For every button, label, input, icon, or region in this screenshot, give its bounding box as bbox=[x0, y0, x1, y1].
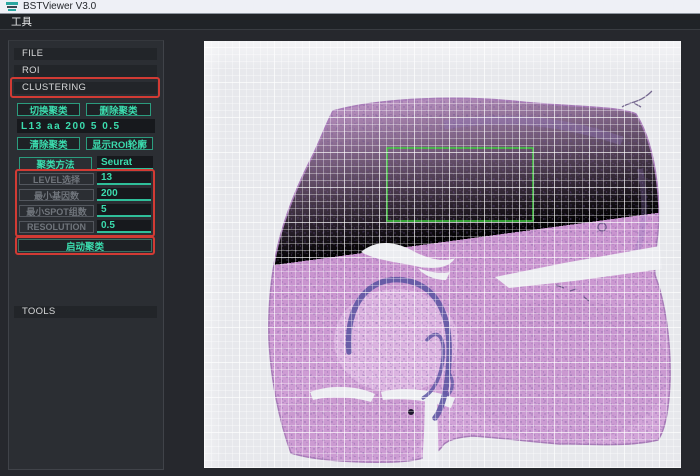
app-logo-icon bbox=[6, 2, 18, 11]
window-title: BSTViewer V3.0 bbox=[23, 1, 96, 12]
clear-cluster-button[interactable]: 清除聚类 bbox=[17, 137, 80, 150]
level-select-input[interactable]: 13 bbox=[97, 172, 151, 185]
sidebar: FILE ROI CLUSTERING 切换聚类 删除聚类 L13 aa 200… bbox=[8, 40, 164, 470]
menu-bar: 工具 bbox=[0, 14, 700, 30]
sidebar-section-clustering[interactable]: CLUSTERING bbox=[14, 82, 157, 94]
start-clustering-button[interactable]: 启动聚类 bbox=[18, 239, 152, 252]
min-spot-group-label: 最小SPOT组数 bbox=[19, 205, 94, 217]
resolution-label: RESOLUTION bbox=[19, 221, 94, 233]
current-cluster-field[interactable]: L13 aa 200 5 0.5 bbox=[17, 119, 155, 133]
menu-item-tools[interactable]: 工具 bbox=[7, 14, 36, 29]
cluster-method-value[interactable]: Seurat bbox=[97, 156, 153, 170]
level-select-label: LEVEL选择 bbox=[19, 173, 94, 185]
cluster-method-label: 聚类方法 bbox=[19, 157, 92, 170]
show-roi-outline-button[interactable]: 显示ROI轮廓 bbox=[86, 137, 153, 150]
min-gene-count-input[interactable]: 200 bbox=[97, 188, 151, 201]
tissue-image bbox=[204, 41, 681, 468]
resolution-input[interactable]: 0.5 bbox=[97, 220, 151, 233]
slide-viewer[interactable] bbox=[204, 41, 681, 468]
sidebar-section-file[interactable]: FILE bbox=[14, 48, 157, 60]
app-window: BSTViewer V3.0 工具 FILE ROI CLUSTERING 切换… bbox=[0, 0, 700, 476]
sidebar-section-roi[interactable]: ROI bbox=[14, 65, 157, 77]
min-spot-group-input[interactable]: 5 bbox=[97, 204, 151, 217]
sidebar-section-tools[interactable]: TOOLS bbox=[14, 306, 157, 318]
switch-cluster-button[interactable]: 切换聚类 bbox=[17, 103, 80, 116]
title-bar: BSTViewer V3.0 bbox=[0, 0, 700, 14]
delete-cluster-button[interactable]: 删除聚类 bbox=[86, 103, 151, 116]
min-gene-count-label: 最小基因数 bbox=[19, 189, 94, 201]
tissue-dark-spot bbox=[408, 409, 414, 415]
